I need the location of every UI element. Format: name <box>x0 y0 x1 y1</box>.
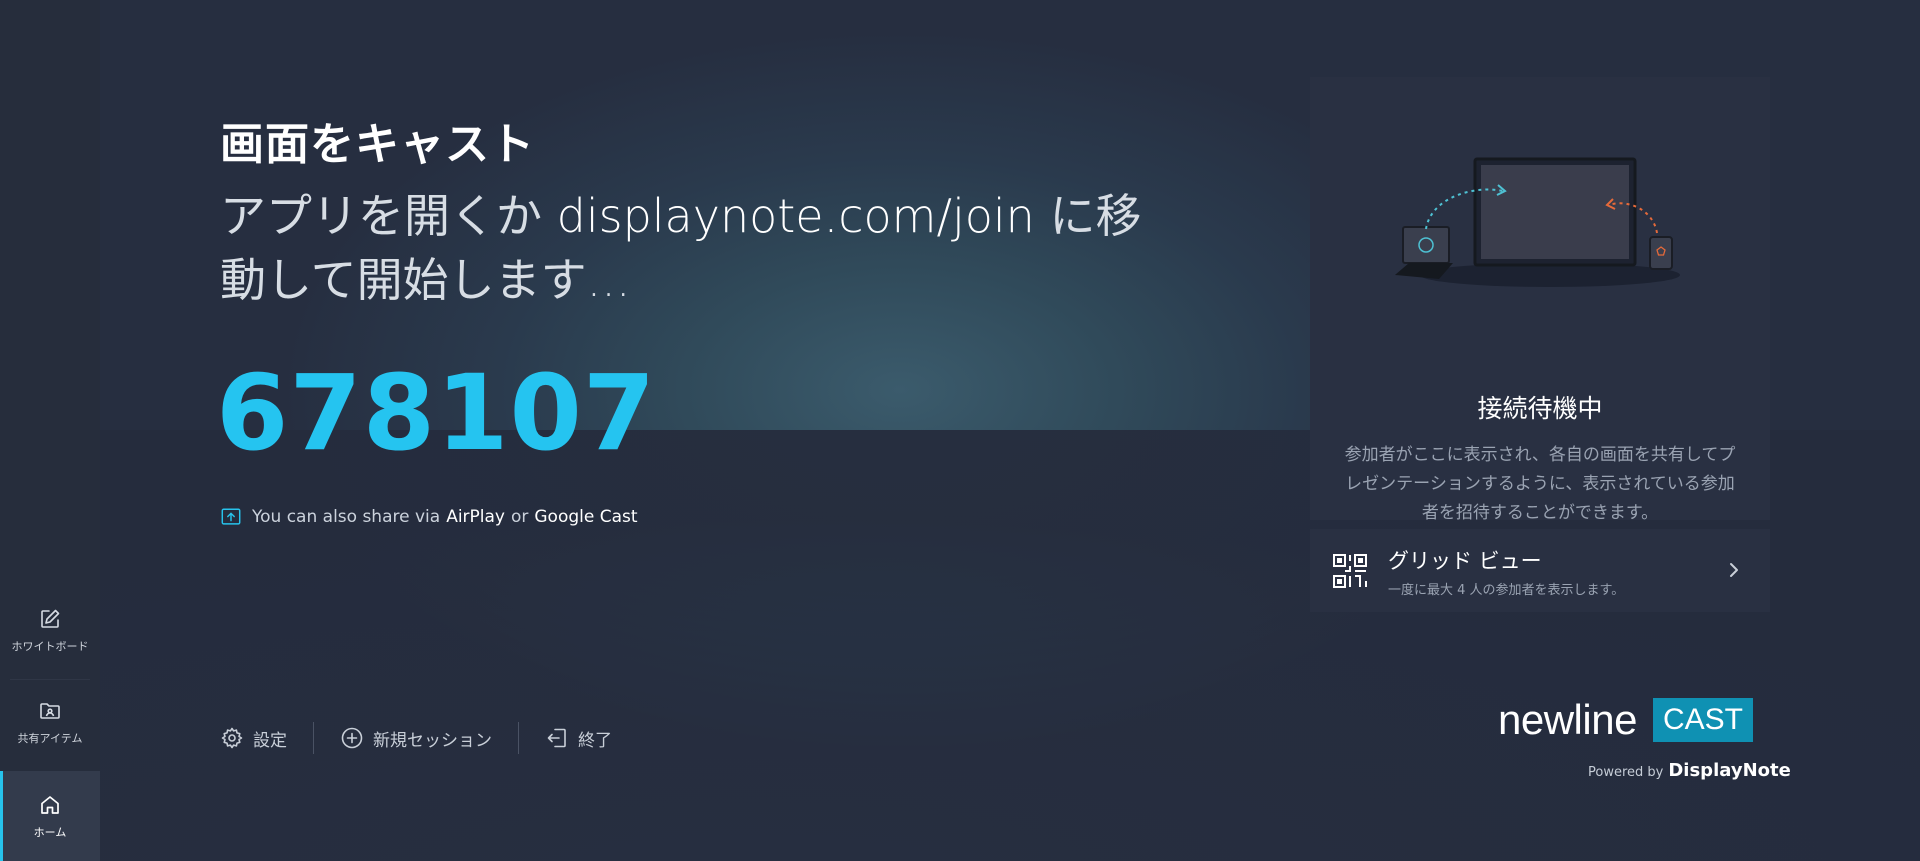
qr-grid-icon <box>1333 554 1367 588</box>
sidebar-item-home[interactable]: ホーム <box>0 771 100 861</box>
home-icon <box>41 795 59 814</box>
sidebar-item-label: 共有アイテム <box>17 731 83 745</box>
exit-label: 終了 <box>578 730 612 751</box>
join-instruction: アプリを開くか displaynote.com/join に移動して開始します.… <box>220 184 1180 312</box>
airplay-label: AirPlay <box>446 507 505 527</box>
action-bar: 設定 新規セッション 終了 <box>220 722 612 754</box>
sidebar-item-label: ホーム <box>33 825 67 839</box>
share-screen-icon <box>221 508 241 525</box>
add-circle-icon <box>341 727 363 749</box>
waiting-panel: 接続待機中 参加者がここに表示され、各自の画面を共有してプレゼンテーションするよ… <box>1310 77 1770 523</box>
powered-by-label: Powered by <box>1588 765 1664 780</box>
sidebar-item-label: ホワイトボード <box>11 639 89 653</box>
exit-icon <box>547 728 566 748</box>
sidebar-item-shared-items[interactable]: 共有アイテム <box>0 677 100 767</box>
page-title: 画面をキャスト <box>220 119 535 170</box>
sidebar-item-whiteboard[interactable]: ホワイトボード <box>0 585 100 675</box>
newline-cast-logo: newline CAST <box>1498 696 1753 744</box>
alternate-share-info: You can also share via AirPlay or Google… <box>220 506 644 528</box>
devices-illustration <box>1395 157 1680 287</box>
grid-view-button[interactable]: グリッド ビュー 一度に最大 4 人の参加者を表示します。 <box>1310 529 1770 612</box>
session-code: 678107 <box>216 352 657 474</box>
newline-wordmark: newline <box>1498 696 1637 743</box>
panel-description: 参加者がここに表示され、各自の画面を共有してプレゼンテーションするように、表示さ… <box>1344 445 1736 523</box>
settings-label: 設定 <box>253 730 287 751</box>
exit-button[interactable]: 終了 <box>545 726 612 751</box>
edit-icon <box>41 609 60 628</box>
share-or: or <box>510 507 529 527</box>
gear-icon <box>221 727 243 749</box>
chevron-right-icon <box>1730 563 1738 577</box>
powered-by: Powered by DisplayNote <box>1588 760 1791 781</box>
new-session-button[interactable]: 新規セッション <box>340 726 492 751</box>
instruction-text: アプリを開くか <box>220 189 557 243</box>
join-url: displaynote.com/join <box>556 189 1035 243</box>
action-divider <box>518 722 519 754</box>
displaynote-wordmark: DisplayNote <box>1668 760 1791 781</box>
cast-badge: CAST <box>1652 698 1753 742</box>
grid-view-subtitle: 一度に最大 4 人の参加者を表示します。 <box>1388 583 1625 598</box>
action-divider <box>313 722 314 754</box>
grid-view-title: グリッド ビュー <box>1388 549 1542 573</box>
settings-button[interactable]: 設定 <box>220 726 287 751</box>
panel-title: 接続待機中 <box>1477 394 1603 423</box>
share-prefix: You can also share via <box>252 507 441 527</box>
sidebar: ホワイトボード 共有アイテム ホーム <box>0 0 100 861</box>
new-session-label: 新規セッション <box>373 730 492 751</box>
shared-folder-icon <box>40 702 60 719</box>
google-cast-label: Google Cast <box>534 507 638 527</box>
